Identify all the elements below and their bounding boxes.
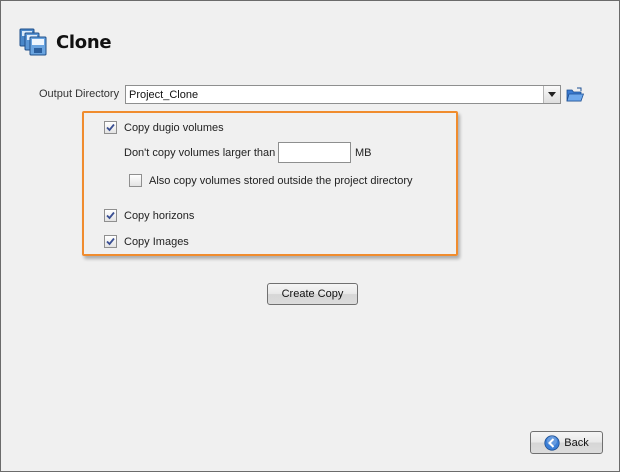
open-folder-icon[interactable] xyxy=(566,87,584,103)
copy-horizons-option[interactable]: Copy horizons xyxy=(104,209,194,222)
copy-outside-volumes-checkbox[interactable] xyxy=(129,174,142,187)
page-title: Clone xyxy=(56,32,112,53)
back-arrow-icon xyxy=(544,434,560,451)
copy-outside-volumes-option[interactable]: Also copy volumes stored outside the pro… xyxy=(129,174,413,187)
copy-images-option[interactable]: Copy Images xyxy=(104,235,189,248)
size-limit-input[interactable] xyxy=(278,142,351,163)
checkmark-icon xyxy=(106,211,115,220)
clone-window: Clone Output Directory Project_Clone Cop… xyxy=(0,0,620,472)
chevron-down-icon xyxy=(548,92,556,97)
copy-images-checkbox[interactable] xyxy=(104,235,117,248)
checkmark-icon xyxy=(106,123,115,132)
copy-dugio-volumes-checkbox[interactable] xyxy=(104,121,117,134)
clone-stack-icon xyxy=(19,28,47,56)
back-button-label: Back xyxy=(564,436,589,449)
copy-dugio-volumes-option[interactable]: Copy dugio volumes xyxy=(104,121,224,134)
copy-images-label: Copy Images xyxy=(124,235,189,248)
output-directory-combobox[interactable]: Project_Clone xyxy=(125,85,561,104)
copy-horizons-checkbox[interactable] xyxy=(104,209,117,222)
create-copy-button[interactable]: Create Copy xyxy=(267,283,358,305)
copy-outside-volumes-label: Also copy volumes stored outside the pro… xyxy=(149,174,413,187)
checkmark-icon xyxy=(106,237,115,246)
copy-horizons-label: Copy horizons xyxy=(124,209,195,222)
size-limit-label: Don't copy volumes larger than xyxy=(124,147,276,159)
size-unit-label: MB xyxy=(355,147,372,159)
back-button[interactable]: Back xyxy=(530,431,603,454)
copy-dugio-volumes-label: Copy dugio volumes xyxy=(124,121,224,134)
output-directory-label: Output Directory xyxy=(39,88,120,100)
output-directory-value: Project_Clone xyxy=(129,89,199,101)
dropdown-button[interactable] xyxy=(543,86,560,103)
